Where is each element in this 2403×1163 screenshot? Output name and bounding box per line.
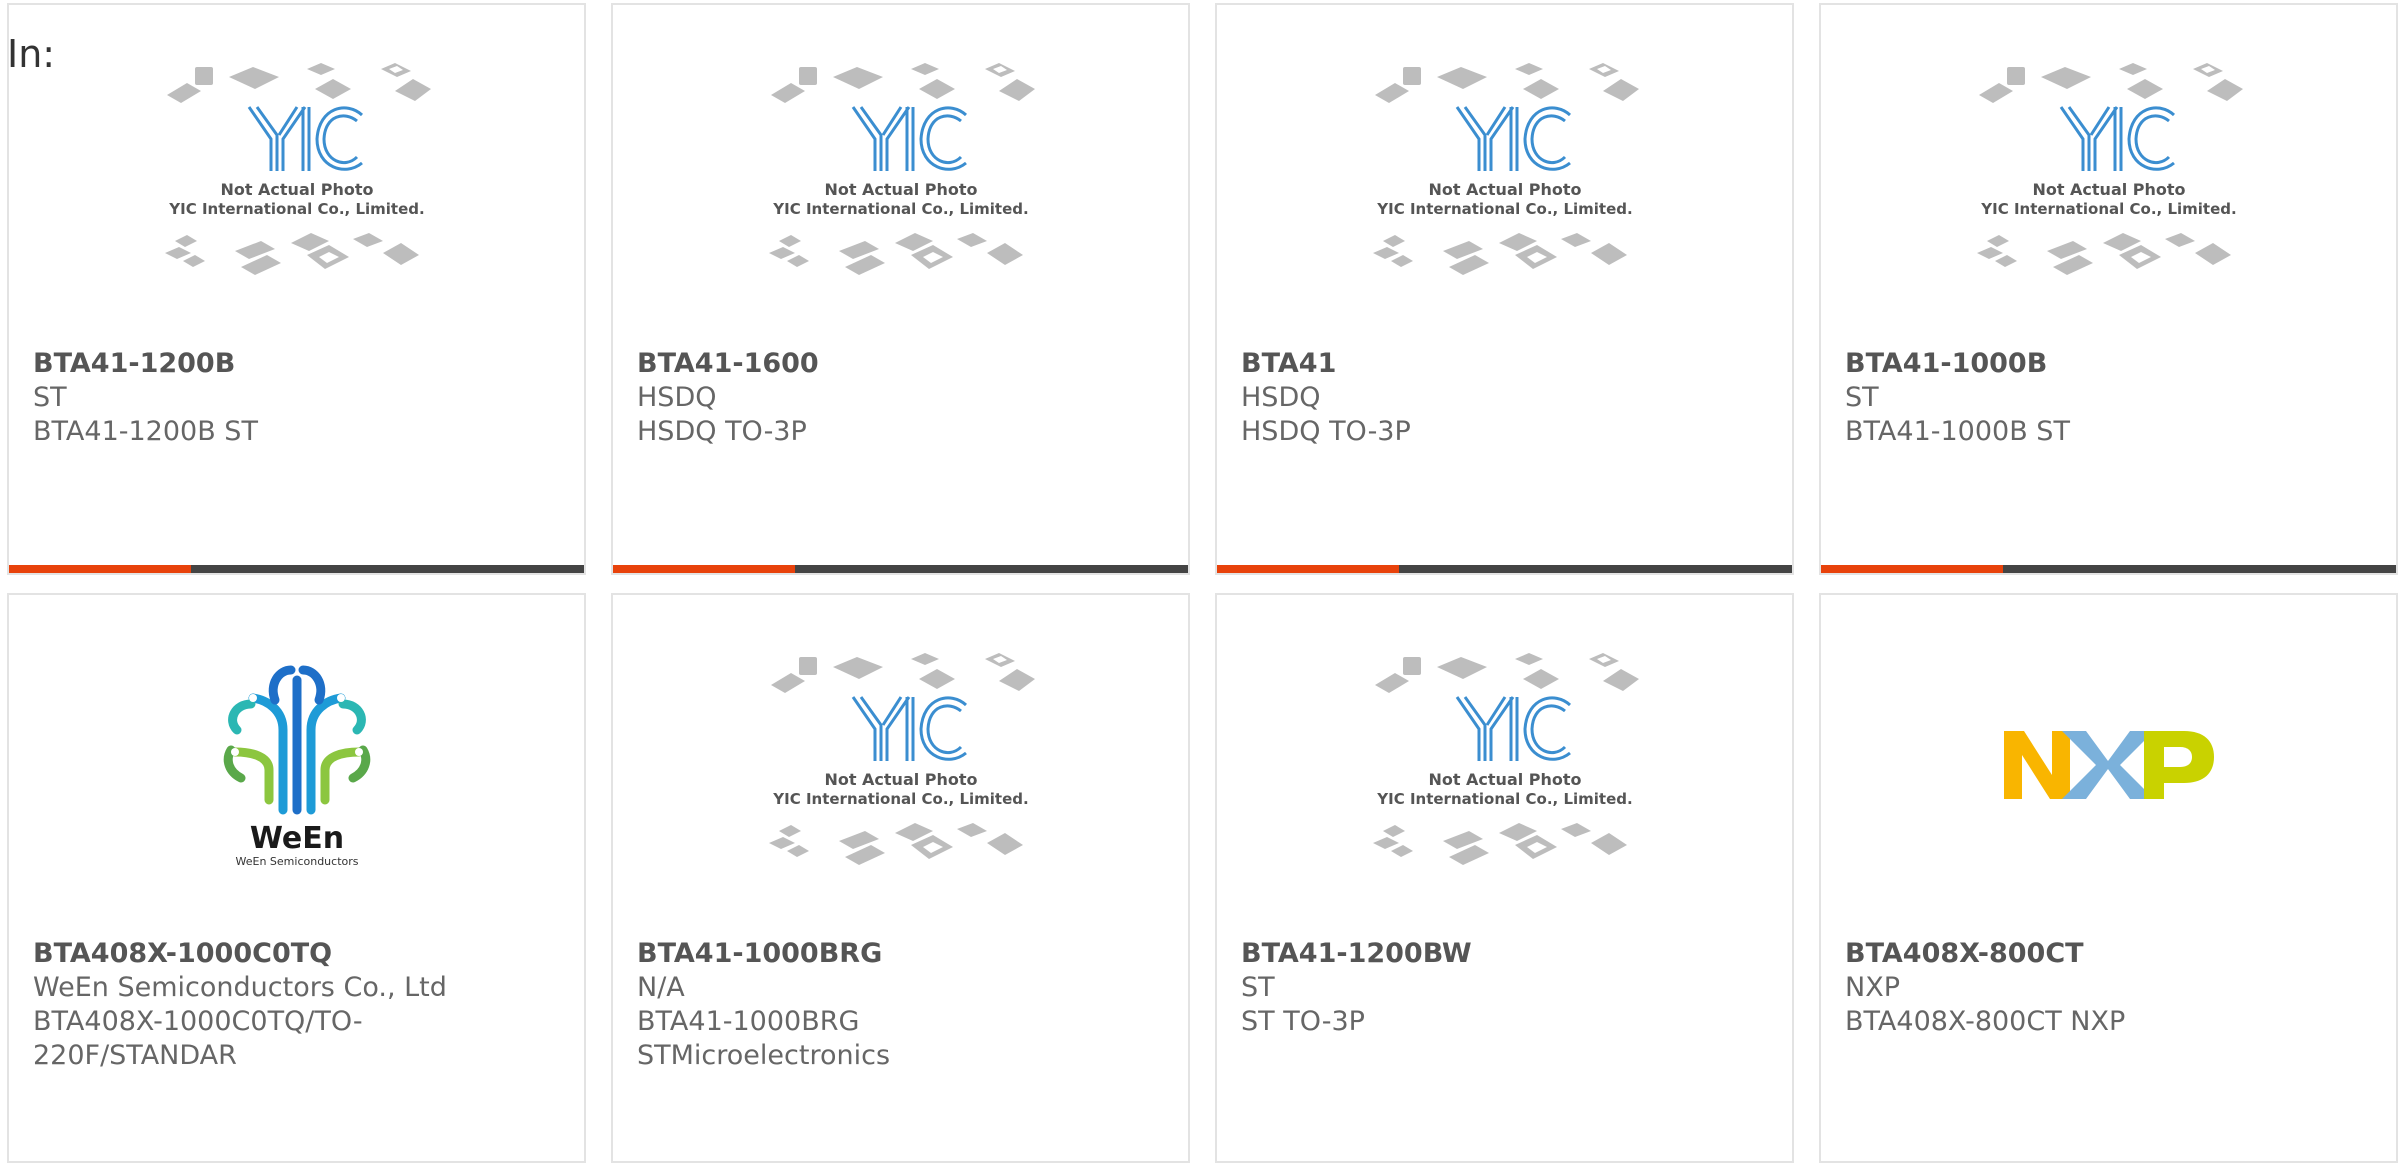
part-number[interactable]: BTA41-1200B [33, 347, 568, 381]
part-number[interactable]: BTA408X-1000C0TQ [33, 937, 568, 971]
manufacturer: N/A [637, 972, 685, 1003]
description: BTA41-1000BRG [637, 1006, 860, 1037]
part-number[interactable]: BTA408X-800CT [1845, 937, 2380, 971]
product-image[interactable] [9, 5, 584, 345]
ween-logo-icon: WeEn WeEn Semiconductors [223, 665, 370, 868]
part-number[interactable]: BTA41-1000BRG [637, 937, 1172, 971]
not-actual-photo-placeholder-icon [1371, 61, 1640, 277]
part-number[interactable]: BTA41-1000B [1845, 347, 2380, 381]
not-actual-photo-placeholder-icon [767, 61, 1036, 277]
manufacturer: NXP [1845, 972, 1900, 1003]
manufacturer: ST [1845, 382, 1879, 413]
product-card[interactable]: BTA41-1200B ST BTA41-1200B ST [7, 3, 586, 575]
product-card[interactable]: BTA41-1200BW ST ST TO-3P [1215, 593, 1794, 1163]
description: BTA41-1000B ST [1845, 416, 2070, 447]
nxp-logo-icon [2003, 731, 2214, 799]
product-image[interactable] [1821, 5, 2396, 345]
description-continued: STMicroelectronics [637, 1040, 891, 1071]
manufacturer: HSDQ [637, 382, 717, 413]
manufacturer: ST [33, 382, 67, 413]
in-label: In: [7, 32, 56, 76]
description-continued: 220F/STANDAR [33, 1040, 237, 1071]
product-image[interactable] [1821, 595, 2396, 935]
product-card[interactable]: BTA41 HSDQ HSDQ TO-3P [1215, 3, 1794, 575]
card-bottom-bar [9, 565, 584, 573]
description: BTA408X-800CT NXP [1845, 1006, 2126, 1037]
not-actual-photo-placeholder-icon [1975, 61, 2244, 277]
not-actual-photo-placeholder-icon [1371, 651, 1640, 867]
product-card[interactable]: BTA41-1600 HSDQ HSDQ TO-3P [611, 3, 1190, 575]
description: BTA41-1200B ST [33, 416, 258, 447]
product-image[interactable]: WeEn WeEn Semiconductors [9, 595, 584, 935]
svg-text:WeEn: WeEn [249, 821, 343, 856]
manufacturer: ST [1241, 972, 1275, 1003]
description: ST TO-3P [1241, 1006, 1365, 1037]
product-image[interactable] [613, 595, 1188, 935]
product-image[interactable] [613, 5, 1188, 345]
product-card[interactable]: BTA41-1000BRG N/A BTA41-1000BRG STMicroe… [611, 593, 1190, 1163]
product-image[interactable] [1217, 5, 1792, 345]
manufacturer: HSDQ [1241, 382, 1321, 413]
not-actual-photo-placeholder-icon [163, 61, 432, 277]
card-bottom-bar [1821, 565, 2396, 573]
description: BTA408X-1000C0TQ/TO- [33, 1006, 363, 1037]
part-number[interactable]: BTA41-1600 [637, 347, 1172, 381]
card-bottom-bar [613, 565, 1188, 573]
product-image[interactable] [1217, 595, 1792, 935]
svg-text:WeEn Semiconductors: WeEn Semiconductors [235, 855, 358, 868]
not-actual-photo-placeholder-icon [767, 651, 1036, 867]
product-card[interactable]: WeEn WeEn Semiconductors BTA408X-1000C0T… [7, 593, 586, 1163]
part-number[interactable]: BTA41 [1241, 347, 1776, 381]
part-number[interactable]: BTA41-1200BW [1241, 937, 1776, 971]
card-bottom-bar [1217, 565, 1792, 573]
product-card[interactable]: BTA408X-800CT NXP BTA408X-800CT NXP [1819, 593, 2398, 1163]
description: HSDQ TO-3P [637, 416, 807, 447]
description: HSDQ TO-3P [1241, 416, 1411, 447]
product-card[interactable]: BTA41-1000B ST BTA41-1000B ST [1819, 3, 2398, 575]
manufacturer: WeEn Semiconductors Co., Ltd [33, 972, 447, 1003]
